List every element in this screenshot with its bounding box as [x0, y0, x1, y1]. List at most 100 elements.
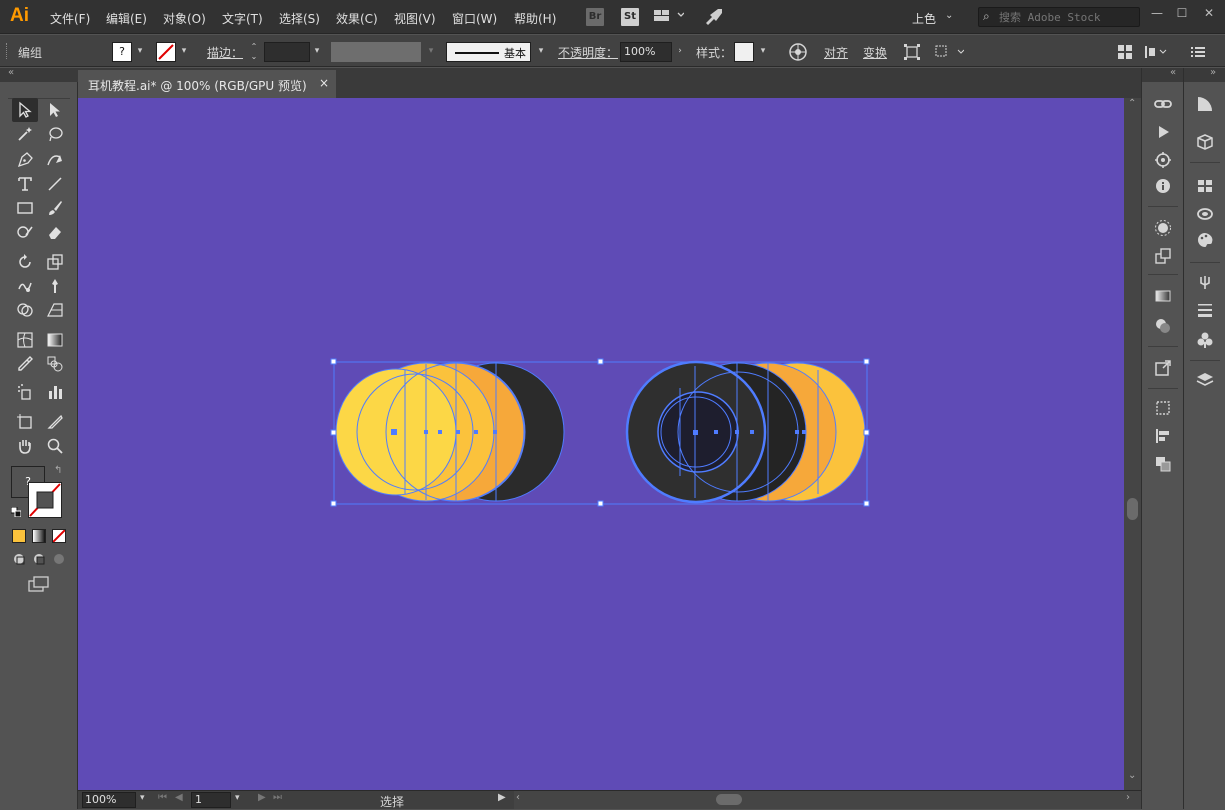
maximize-icon[interactable]: ☐ [1172, 6, 1192, 20]
last-artboard-icon[interactable]: ⏭ [273, 792, 282, 803]
align-button[interactable]: 对齐 [824, 44, 848, 61]
draw-behind-icon[interactable] [32, 552, 46, 569]
brush-dropdown-icon[interactable]: ▾ [535, 44, 547, 58]
curvature-tool-icon[interactable] [42, 148, 68, 172]
arrange-documents-icon[interactable] [654, 9, 685, 26]
3d-materials-icon[interactable] [1195, 132, 1215, 152]
close-tab-icon[interactable]: × [319, 76, 329, 90]
graphic-styles-icon[interactable] [1195, 330, 1215, 350]
artboard-tool-icon[interactable] [12, 410, 38, 434]
grip-handle[interactable] [6, 43, 9, 59]
collapse-icon[interactable]: « [8, 67, 14, 78]
menu-object[interactable]: 对象(O) [163, 10, 206, 27]
distribute-icon[interactable] [1143, 44, 1167, 63]
export-panel-icon[interactable] [1153, 358, 1173, 378]
align-panel-icon[interactable] [1153, 426, 1173, 446]
gradient-mode-icon[interactable] [32, 529, 46, 543]
stroke-weight-input[interactable] [264, 42, 310, 62]
search-input[interactable] [999, 9, 1135, 25]
swatches-panel-icon[interactable] [1195, 176, 1215, 196]
left-earpiece-group[interactable] [335, 362, 565, 502]
gpu-performance-icon[interactable] [704, 7, 724, 28]
style-dropdown-icon[interactable]: ▾ [757, 44, 769, 58]
menu-window[interactable]: 窗口(W) [452, 10, 497, 27]
artboards-panel-icon[interactable] [1153, 398, 1173, 418]
canvas-artboard[interactable] [78, 98, 1124, 790]
actions-panel-icon[interactable] [1153, 122, 1173, 142]
stroke-weight-dropdown-icon[interactable]: ▾ [311, 44, 323, 58]
menu-select[interactable]: 选择(S) [279, 10, 320, 27]
stock-button[interactable]: St [621, 8, 639, 26]
blend-tool-icon[interactable] [42, 352, 68, 376]
rotate-tool-icon[interactable] [12, 250, 38, 274]
minimize-icon[interactable]: — [1147, 6, 1167, 20]
stock-search[interactable]: ⌕ [978, 7, 1140, 27]
transparency-panel-icon[interactable] [1153, 316, 1173, 336]
stroke-color-box[interactable] [28, 482, 62, 518]
warp-tool-icon[interactable] [12, 274, 38, 298]
paintbrush-tool-icon[interactable] [42, 196, 68, 220]
right-earpiece-group[interactable] [625, 360, 866, 504]
default-colors-icon[interactable] [10, 506, 22, 518]
status-menu-icon[interactable]: ▶ [498, 792, 506, 803]
scale-tool-icon[interactable] [42, 250, 68, 274]
first-artboard-icon[interactable]: ⏮ [158, 792, 167, 803]
artboard-dropdown-icon[interactable]: ▾ [235, 793, 240, 803]
eraser-tool-icon[interactable] [42, 220, 68, 244]
vertical-scrollbar[interactable]: ⌃ ⌄ [1124, 98, 1141, 790]
next-artboard-icon[interactable]: ▶ [258, 792, 266, 803]
opacity-arrow-icon[interactable]: › [674, 44, 686, 58]
info-panel-icon[interactable] [1153, 176, 1173, 196]
color-mode-icon[interactable] [12, 529, 26, 543]
stroke-panel-icon[interactable] [1195, 300, 1215, 320]
swap-fill-stroke-icon[interactable]: ↰ [54, 465, 62, 476]
brush-definition[interactable]: 基本 [446, 42, 531, 62]
shaper-tool-icon[interactable] [12, 220, 38, 244]
menu-type[interactable]: 文字(T) [222, 10, 263, 27]
type-tool-icon[interactable] [12, 172, 38, 196]
vertical-scroll-thumb[interactable] [1127, 498, 1138, 520]
links-panel-icon[interactable] [1153, 94, 1173, 114]
screen-mode-icon[interactable] [28, 576, 50, 595]
document-tab[interactable]: 耳机教程.ai* @ 100% (RGB/GPU 预览) × [78, 70, 336, 98]
collapse-icon[interactable]: » [1210, 67, 1216, 78]
scroll-up-icon[interactable]: ⌃ [1128, 98, 1136, 109]
rectangle-tool-icon[interactable] [12, 196, 38, 220]
lasso-tool-icon[interactable] [42, 122, 68, 146]
stroke-weight-label[interactable]: 描边： [207, 44, 243, 61]
chevron-down-icon[interactable]: ⌄ [945, 10, 953, 21]
stroke-swatch[interactable] [156, 42, 176, 62]
dock-header[interactable]: « [1142, 67, 1184, 82]
line-tool-icon[interactable] [42, 172, 68, 196]
menu-help[interactable]: 帮助(H) [514, 10, 556, 27]
graphic-style-swatch[interactable] [734, 42, 754, 62]
zoom-tool-icon[interactable] [42, 434, 68, 458]
pen-tool-icon[interactable] [12, 148, 38, 172]
symbols-panel-icon[interactable] [1153, 246, 1173, 266]
shape-builder-tool-icon[interactable] [12, 298, 38, 322]
scroll-down-icon[interactable]: ⌄ [1128, 770, 1136, 781]
stroke-stepper[interactable]: ⌃ ⌄ [246, 42, 262, 62]
opacity-label[interactable]: 不透明度： [558, 44, 618, 61]
hand-tool-icon[interactable] [12, 434, 38, 458]
eyedropper-tool-icon[interactable] [12, 352, 38, 376]
perspective-grid-tool-icon[interactable] [42, 298, 68, 322]
opacity-input[interactable]: 100% [620, 42, 672, 62]
direct-selection-tool-icon[interactable] [42, 98, 68, 122]
color-guide-icon[interactable] [1195, 94, 1215, 114]
puppet-warp-tool-icon[interactable] [42, 274, 68, 298]
puppet-warp-icon[interactable] [934, 43, 965, 64]
tools-panel-header[interactable]: « [0, 67, 78, 82]
color-palette-icon[interactable] [1195, 230, 1215, 250]
panel-menu-icon[interactable] [1190, 44, 1206, 63]
layers-panel-icon[interactable] [1195, 370, 1215, 390]
pathfinder-panel-icon[interactable] [1153, 454, 1173, 474]
selection-tool-icon[interactable] [12, 98, 38, 122]
scroll-right-icon[interactable]: › [1126, 792, 1130, 803]
document-info-icon[interactable] [1153, 150, 1173, 170]
bridge-button[interactable]: Br [586, 8, 604, 26]
variable-width-profile[interactable] [331, 42, 421, 62]
draw-inside-icon[interactable] [52, 552, 66, 569]
previous-artboard-icon[interactable]: ◀ [175, 792, 183, 803]
isolate-selection-icon[interactable] [903, 43, 921, 64]
